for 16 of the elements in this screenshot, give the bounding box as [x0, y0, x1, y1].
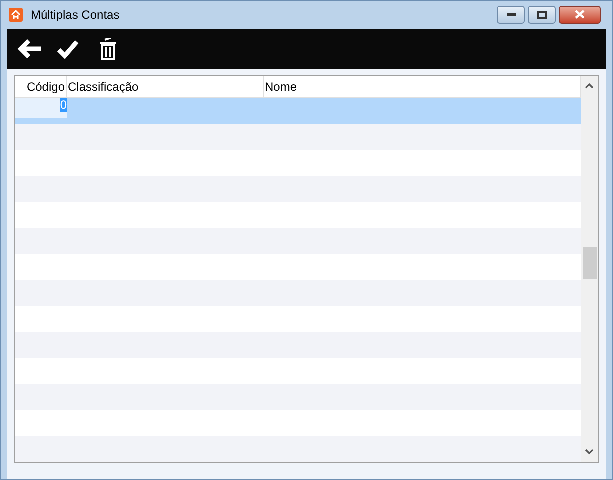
checkmark-icon[interactable]	[57, 38, 79, 59]
column-header[interactable]: Classificação	[67, 76, 264, 97]
table-cell: 0	[60, 98, 67, 112]
maximize-button[interactable]	[528, 6, 556, 24]
app-icon	[9, 8, 23, 22]
scroll-down-icon[interactable]	[585, 449, 594, 455]
back-arrow-icon[interactable]	[17, 38, 43, 60]
window-title: Múltiplas Contas	[31, 6, 120, 24]
scroll-thumb[interactable]	[582, 247, 596, 279]
close-icon	[575, 10, 585, 20]
scroll-up-icon[interactable]	[585, 83, 594, 89]
scrollbar[interactable]	[581, 76, 598, 462]
trash-icon[interactable]	[99, 38, 117, 60]
minimize-button[interactable]	[497, 6, 525, 24]
column-header[interactable]: Código	[15, 76, 67, 97]
close-button[interactable]	[559, 6, 601, 24]
